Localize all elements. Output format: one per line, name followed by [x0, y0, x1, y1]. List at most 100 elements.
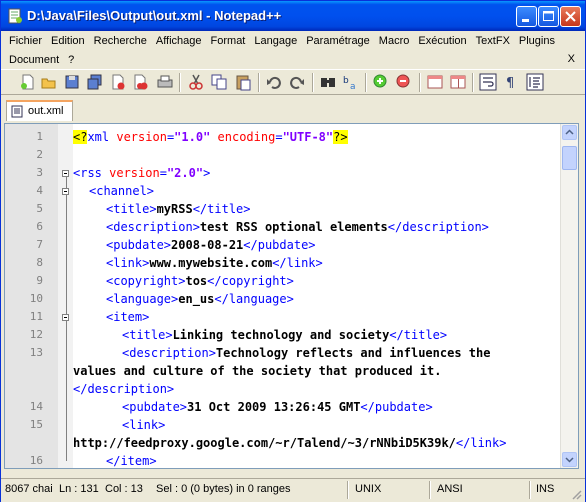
zoom-out-icon[interactable]	[395, 73, 413, 91]
resize-grip-icon[interactable]	[570, 488, 582, 500]
text-content: tos	[185, 274, 208, 288]
code-line: 5 <title>myRSS</title>	[5, 200, 578, 218]
status-line: Ln : 131	[59, 483, 99, 495]
tag: <description>	[106, 220, 200, 234]
cut-icon[interactable]	[187, 73, 205, 91]
close-file-icon[interactable]	[109, 73, 127, 91]
paste-icon[interactable]	[234, 73, 252, 91]
save-all-icon[interactable]	[86, 73, 104, 91]
text-content: test RSS optional elements	[199, 220, 388, 234]
menu-row-2: Document ?	[5, 50, 79, 69]
tag: </language>	[214, 292, 294, 306]
menu-format[interactable]: Format	[207, 35, 251, 47]
svg-text:a: a	[350, 82, 356, 91]
maximize-icon	[543, 11, 554, 21]
notepad-window: D:\Java\Files\Output\out.xml - Notepad++…	[0, 0, 586, 502]
line-number: 13	[29, 346, 43, 359]
attr-value: "1.0"	[174, 130, 211, 144]
scroll-down-button[interactable]	[562, 452, 577, 467]
minimize-button[interactable]	[516, 6, 537, 27]
close-document-button[interactable]: X	[568, 53, 575, 65]
copy-icon[interactable]	[210, 73, 228, 91]
menu-affichage[interactable]: Affichage	[152, 35, 207, 47]
tag: <pubdate>	[106, 238, 172, 252]
tab-out-xml[interactable]: out.xml	[6, 100, 73, 121]
tag: </link>	[272, 256, 323, 270]
find-icon[interactable]	[319, 73, 337, 91]
text-content: 2008-08-21	[171, 238, 244, 252]
menu-plugins[interactable]: Plugins	[515, 35, 560, 47]
menu-langage[interactable]: Langage	[250, 35, 302, 47]
print-icon[interactable]	[156, 73, 174, 91]
status-encoding: ANSI	[437, 483, 463, 495]
code-line: 4 <channel>	[5, 182, 578, 200]
zoom-in-icon[interactable]	[372, 73, 390, 91]
code-line: 12 <title>Linking technology and society…	[5, 326, 578, 344]
text-content: 31 Oct 2009 13:26:45 GMT	[187, 400, 361, 414]
indent-guide-icon[interactable]	[526, 73, 544, 91]
scroll-up-button[interactable]	[562, 125, 577, 140]
line-number: 10	[29, 292, 43, 305]
word-wrap-icon[interactable]	[479, 73, 497, 91]
menu-recherche[interactable]: Recherche	[90, 35, 152, 47]
show-all-chars-icon[interactable]: ¶	[501, 73, 519, 91]
menu-fichier[interactable]: Fichier	[5, 35, 47, 47]
status-eol: UNIX	[355, 483, 382, 495]
code-line: 1 <?xml version="1.0" encoding="UTF-8"?>	[5, 128, 578, 146]
sync-h-icon[interactable]	[449, 73, 467, 91]
close-all-icon[interactable]	[132, 73, 150, 91]
menu-execution[interactable]: Exécution	[414, 35, 471, 47]
line-number: 2	[36, 148, 43, 161]
line-number: 8	[36, 256, 43, 269]
chevron-up-icon	[565, 129, 574, 135]
code-line: 13 <description>Technology reflects and …	[5, 344, 578, 362]
tag: </pubdate>	[360, 400, 433, 414]
open-file-icon[interactable]	[40, 73, 58, 91]
new-file-icon[interactable]	[19, 73, 37, 91]
menu-document[interactable]: Document	[5, 54, 64, 66]
code-line-wrapped: </description>	[5, 380, 578, 398]
maximize-button[interactable]	[538, 6, 559, 27]
code-line-wrapped: values and culture of the society that p…	[5, 362, 578, 380]
menu-parametrage[interactable]: Paramétrage	[302, 35, 375, 47]
tag: </description>	[73, 382, 175, 396]
minimize-icon	[522, 19, 529, 22]
tag: <link>	[122, 418, 166, 432]
tag: <title>	[106, 202, 157, 216]
tag: </description>	[387, 220, 489, 234]
scroll-thumb[interactable]	[562, 146, 577, 170]
code-line: 6 <description>test RSS optional element…	[5, 218, 578, 236]
document-tab-bar: out.xml	[1, 97, 585, 121]
line-number: 9	[36, 274, 43, 287]
undo-icon[interactable]	[265, 73, 283, 91]
pi-name: xml	[87, 130, 117, 144]
save-icon[interactable]	[63, 73, 81, 91]
toolbar: ba ¶	[1, 69, 585, 95]
editor[interactable]: 1 <?xml version="1.0" encoding="UTF-8"?>…	[4, 123, 579, 469]
sync-v-icon[interactable]	[426, 73, 444, 91]
attr-value: "2.0"	[166, 166, 204, 180]
text-content: www.mywebsite.com	[149, 256, 273, 270]
tag: </title>	[389, 328, 448, 342]
menu-help[interactable]: ?	[64, 54, 79, 66]
status-column: Col : 13	[105, 483, 143, 495]
tag: <copyright>	[106, 274, 186, 288]
tag: <language>	[106, 292, 179, 306]
menu-edition[interactable]: Edition	[47, 35, 90, 47]
title-bar[interactable]: D:\Java\Files\Output\out.xml - Notepad++	[1, 1, 585, 31]
chevron-down-icon	[565, 457, 574, 463]
toolbar-separator	[365, 73, 367, 92]
line-number: 5	[36, 202, 43, 215]
text-content: http://feedproxy.google.com/~r/Talend/~3…	[73, 436, 456, 450]
menu-macro[interactable]: Macro	[375, 35, 415, 47]
replace-icon[interactable]: ba	[342, 73, 360, 91]
attr-name: version	[116, 130, 167, 144]
menu-textfx[interactable]: TextFX	[472, 35, 515, 47]
vertical-scrollbar[interactable]	[560, 124, 578, 468]
code-line: 11 <item>	[5, 308, 578, 326]
close-window-button[interactable]	[560, 6, 581, 27]
code-line-wrapped: http://feedproxy.google.com/~r/Talend/~3…	[5, 434, 578, 452]
redo-icon[interactable]	[288, 73, 306, 91]
line-number: 6	[36, 220, 43, 233]
text-content: myRSS	[156, 202, 193, 216]
